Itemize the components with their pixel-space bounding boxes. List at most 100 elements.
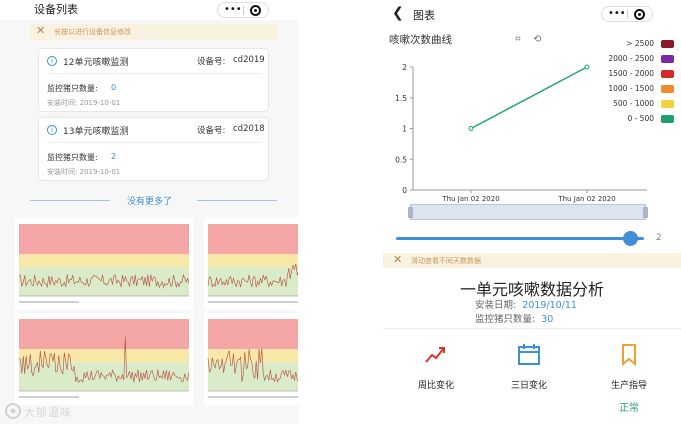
no-more-indicator: 没有更多了: [30, 194, 277, 207]
device-list-screen: 设备列表 ••• ✕ 长按以进行设备信息修改 i 12单元咳嗽监测 设备号: c…: [0, 0, 298, 424]
close-icon[interactable]: ✕: [393, 253, 402, 266]
device-name: 13单元咳嗽监测: [63, 127, 129, 137]
more-icon[interactable]: •••: [608, 8, 626, 20]
threshold-band: [208, 319, 298, 350]
menu-capsule[interactable]: •••: [601, 6, 653, 22]
threshold-band: [19, 224, 189, 255]
y-tick-label: 0: [402, 186, 407, 195]
no-more-text: 没有更多了: [127, 197, 173, 207]
thumbnail-chart-graphic: [18, 319, 190, 398]
close-record-icon[interactable]: [634, 9, 645, 20]
device-id-label: 设备号:: [197, 57, 226, 67]
y-tick-label: 0.5: [395, 155, 407, 164]
threshold-band: [208, 349, 298, 363]
install-date-label: 安装日期:: [475, 300, 517, 311]
header-bar: ❮ 图表 •••: [383, 0, 681, 30]
capsule-divider: [243, 6, 244, 15]
device-card[interactable]: i 13单元咳嗽监测 设备号: cd2018 监控猪只数量: 2 安装时间: 2…: [38, 117, 269, 181]
cough-chart-thumbnail: [15, 313, 193, 405]
data-point: [468, 126, 474, 131]
divider: [47, 73, 262, 74]
watermark-text: 大部温味: [24, 406, 72, 419]
series-line: [470, 66, 588, 130]
watermark-icon: [5, 403, 21, 419]
info-icon: i: [47, 56, 57, 66]
weekly-change-button[interactable]: 周比变化: [401, 340, 471, 400]
legend-item[interactable]: > 2500: [588, 38, 678, 50]
chart-title: 咳嗽次数曲线: [389, 34, 452, 46]
pig-count-value: 30: [541, 314, 554, 325]
status-text: 正常: [619, 403, 639, 414]
legend-label: > 2500: [626, 39, 654, 48]
chart-screen: ❮ 图表 ••• 咳嗽次数曲线 ⌗ ⟲ > 2500 2000 - 2500 1…: [383, 0, 681, 424]
notice-bar: ✕ 滑动查看不同天数数据: [383, 253, 681, 268]
thumbnail-chart-graphic: [207, 319, 298, 398]
watermark-logo: 大部温味: [4, 401, 92, 421]
install-date: 安装时间: 2019-10-01: [47, 99, 121, 107]
threshold-band: [19, 254, 189, 268]
menu-capsule[interactable]: •••: [217, 2, 269, 18]
day-range-value: 2: [656, 233, 662, 243]
info-icon: i: [47, 125, 57, 135]
bookmark-icon: [622, 344, 636, 367]
more-icon[interactable]: •••: [224, 4, 242, 16]
divider-line: [197, 200, 277, 201]
trend-icon: [425, 347, 445, 363]
device-name: 12单元咳嗽监测: [63, 58, 129, 68]
device-id-label: 设备号:: [197, 126, 226, 136]
three-day-change-button[interactable]: 三日变化: [494, 340, 564, 400]
page-title: 设备列表: [34, 3, 78, 16]
pig-count-label: 监控猪只数量:: [47, 153, 98, 162]
data-zoom-slider[interactable]: [408, 204, 648, 220]
data-point: [584, 64, 590, 70]
install-date-row: 安装日期: 2019/10/11: [475, 297, 577, 311]
notice-text: 滑动查看不同天数数据: [411, 257, 481, 265]
capsule-divider: [627, 10, 628, 19]
reset-zoom-icon[interactable]: ⟲: [533, 34, 541, 45]
y-tick-label: 1.5: [395, 94, 407, 103]
zoom-handle-left[interactable]: [408, 207, 413, 218]
cough-chart-thumbnail: [204, 218, 298, 310]
pig-count: 0: [111, 83, 117, 92]
weekly-change-label: 周比变化: [417, 381, 454, 391]
threshold-band: [19, 319, 189, 350]
install-date: 安装时间: 2019-10-01: [47, 168, 121, 176]
three-day-change-label: 三日变化: [510, 381, 547, 391]
cough-chart-thumbnail: [15, 218, 193, 310]
threshold-band: [208, 224, 298, 255]
divider-line: [30, 200, 110, 201]
pig-count: 2: [111, 152, 117, 161]
x-tick-label: Thu Jan 02 2020: [557, 195, 615, 203]
header-bar: 设备列表 •••: [0, 0, 298, 20]
cough-chart-thumbnail: [204, 313, 298, 405]
zoom-handle-right[interactable]: [643, 207, 648, 218]
threshold-band: [19, 267, 189, 296]
cough-line-chart: 0 0.5 1 1.5 2 Thu Jan 02 2020 Thu Jan 02 2020: [395, 63, 647, 203]
device-id: cd2019: [233, 55, 265, 65]
threshold-band: [208, 254, 298, 268]
thumbnail-chart-graphic: [18, 224, 190, 303]
install-date-value: 2019/10/11: [522, 300, 577, 311]
page-title: 图表: [413, 9, 435, 22]
thumbnail-caption-line: [208, 301, 298, 303]
back-arrow-icon[interactable]: ❮: [392, 5, 404, 21]
thumbnail-chart-graphic: [207, 224, 298, 303]
notice-text: 长按以进行设备信息修改: [54, 28, 131, 36]
y-tick-label: 2: [402, 63, 407, 72]
divider: [47, 142, 262, 143]
pig-count-label: 监控猪只数量:: [47, 84, 98, 93]
thumbnail-caption-line: [208, 396, 298, 398]
device-card[interactable]: i 12单元咳嗽监测 设备号: cd2019 监控猪只数量: 0 安装时间: 2…: [38, 48, 269, 112]
zoom-icon[interactable]: ⌗: [515, 34, 521, 45]
pig-count-row: 监控猪只数量: 30: [475, 311, 553, 325]
threshold-band: [208, 362, 298, 391]
close-record-icon[interactable]: [250, 5, 261, 16]
calendar-icon: [518, 344, 540, 365]
production-guide-button[interactable]: 生产指导: [594, 340, 664, 400]
x-tick-label: Thu Jan 02 2020: [441, 195, 499, 203]
close-icon[interactable]: ✕: [36, 24, 45, 37]
legend-swatch: [661, 40, 674, 48]
divider: [383, 328, 681, 329]
day-range-knob[interactable]: [623, 231, 638, 246]
day-range-track[interactable]: [396, 237, 644, 240]
